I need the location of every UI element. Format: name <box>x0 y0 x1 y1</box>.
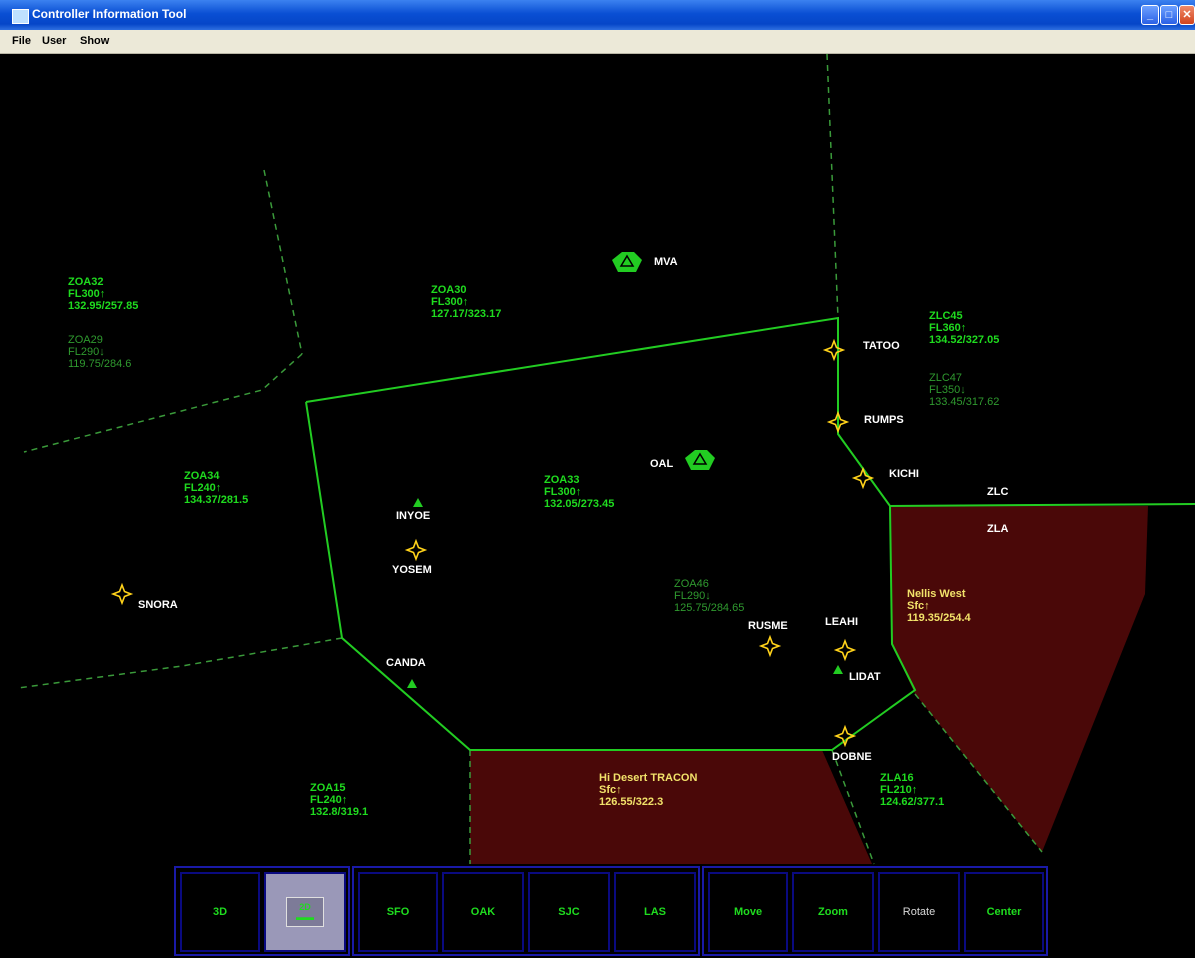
sector-label-zoa29: ZOA29 FL290↓ 119.75/284.6 <box>68 334 132 370</box>
app-icon <box>12 9 29 24</box>
sector-label-hi-desert-tracon: Hi Desert TRACON Sfc↑ 126.55/322.3 <box>599 772 698 808</box>
airport-sjc-button[interactable]: SJC <box>528 872 610 952</box>
fix-label-dobne: DOBNE <box>832 751 872 763</box>
title-bar: Controller Information Tool _ □ ✕ <box>0 0 1195 30</box>
fix-label-inyoe: INYOE <box>396 510 431 522</box>
radar-map[interactable]: ZOA32 FL300↑ 132.95/257.85 ZOA29 FL290↓ 119.… <box>12 54 1195 958</box>
airport-sfo-button[interactable]: SFO <box>358 872 438 952</box>
minimize-button[interactable]: _ <box>1141 5 1159 25</box>
fix-label-snora: SNORA <box>138 599 178 611</box>
fix-label-canda: CANDA <box>386 657 426 669</box>
toolbar: 3D 2D ▬▬ SFO OAK SJC LAS Move Zoom Rotat… <box>174 866 1048 956</box>
fix-star-tatoo-icon <box>822 338 846 362</box>
zoom-button[interactable]: Zoom <box>792 872 874 952</box>
view-2d-button[interactable]: 2D ▬▬ <box>264 872 346 952</box>
fix-label-yosem: YOSEM <box>392 564 432 576</box>
tool-group: Move Zoom Rotate Center <box>702 866 1048 956</box>
view-2d-label: 2D <box>299 902 311 912</box>
sector-label-zoa15: ZOA15 FL240↑ 132.8/319.1 <box>310 782 369 818</box>
fix-label-lidat: LIDAT <box>849 671 881 683</box>
fix-label-zlc: ZLC <box>987 486 1009 498</box>
fix-star-dobne-icon <box>833 724 857 748</box>
fix-label-mva: MVA <box>654 256 678 268</box>
sector-label-zla16: ZLA16 FL210↑ 124.62/377.1 <box>880 772 945 808</box>
center-button[interactable]: Center <box>964 872 1044 952</box>
fix-label-tatoo: TATOO <box>863 340 900 352</box>
airport-las-button[interactable]: LAS <box>614 872 696 952</box>
view-mode-group: 3D 2D ▬▬ <box>174 866 350 956</box>
sector-label-zoa46: ZOA46 FL290↓ 125.75/284.65 <box>674 578 745 614</box>
view-2d-indicator: 2D ▬▬ <box>286 897 324 927</box>
airport-group: SFO OAK SJC LAS <box>352 866 700 956</box>
sector-label-zlc45: ZLC45 FL360↑ 134.52/327.05 <box>929 310 1000 346</box>
menu-file[interactable]: File <box>12 35 31 47</box>
view-3d-button[interactable]: 3D <box>180 872 260 952</box>
fix-label-zla: ZLA <box>987 523 1009 535</box>
sector-label-zoa30: ZOA30 FL300↑ 127.17/323.17 <box>431 284 502 320</box>
fix-label-rumps: RUMPS <box>864 414 904 426</box>
airport-oak-button[interactable]: OAK <box>442 872 524 952</box>
fix-label-kichi: KICHI <box>889 468 919 480</box>
fix-star-leahi-icon <box>833 638 857 662</box>
menu-user[interactable]: User <box>42 35 66 47</box>
fix-label-oal: OAL <box>650 458 674 470</box>
move-button[interactable]: Move <box>708 872 788 952</box>
view-2d-underline: ▬▬ <box>296 912 314 922</box>
sector-label-zoa33: ZOA33 FL300↑ 132.05/273.45 <box>544 474 615 510</box>
sector-label-nellis-west: Nellis West Sfc↑ 119.35/254.4 <box>907 588 971 624</box>
fix-star-kichi-icon <box>851 466 875 490</box>
menu-bar: File User Show <box>0 30 1195 54</box>
fix-star-snora-icon <box>110 582 134 606</box>
window-title: Controller Information Tool <box>32 7 187 21</box>
fix-star-rumps-icon <box>826 410 850 434</box>
sector-label-zlc47: ZLC47 FL350↓ 133.45/317.62 <box>929 372 1000 408</box>
menu-show[interactable]: Show <box>80 35 109 47</box>
fix-label-leahi: LEAHI <box>825 616 858 628</box>
close-button[interactable]: ✕ <box>1179 5 1195 25</box>
maximize-button[interactable]: □ <box>1160 5 1178 25</box>
fix-star-rusme-icon <box>758 634 782 658</box>
sector-label-zoa32: ZOA32 FL300↑ 132.95/257.85 <box>68 276 139 312</box>
fix-label-rusme: RUSME <box>748 620 788 632</box>
rotate-button[interactable]: Rotate <box>878 872 960 952</box>
fix-star-yosem-icon <box>404 538 428 562</box>
sector-label-zoa34: ZOA34 FL240↑ 134.37/281.5 <box>184 470 249 506</box>
